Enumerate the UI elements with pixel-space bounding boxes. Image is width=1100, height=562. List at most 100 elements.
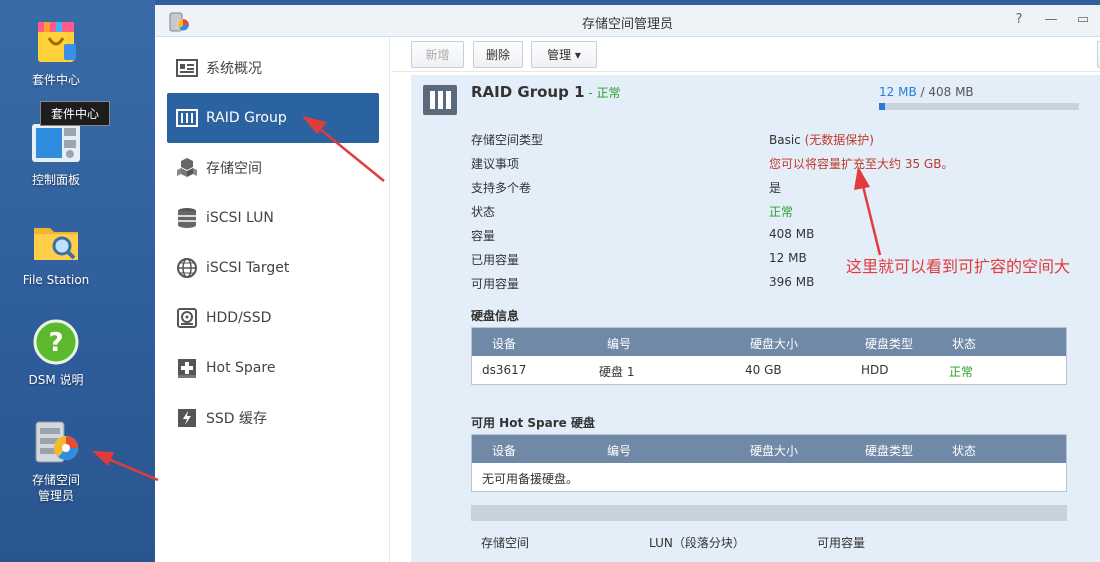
sidebar-item-label: HDD/SSD [206,310,272,326]
detail-key: 容量 [471,229,496,243]
sidebar-item-overview[interactable]: 系统概况 [167,43,379,93]
main-content: 新增 删除 管理 ▾ RAID Group 1 - 正常 12 MB / 408… [391,38,1100,562]
desktop-icon-label: DSM 说明 [28,373,84,387]
sidebar-item-hot-spare[interactable]: Hot Spare [167,343,379,393]
detail-key: 可用容量 [471,277,520,291]
sidebar-item-label: RAID Group [206,110,287,126]
desktop-icon-label: 控制面板 [31,173,80,187]
globe-icon [176,257,198,279]
lightning-icon [176,407,198,429]
desktop-icon-dsm-help[interactable]: ? DSM 说明 [0,318,112,388]
maximize-button[interactable]: ▭ [1075,12,1091,27]
raid-status-separator: - [584,86,597,100]
detail-value: 是 [769,181,782,195]
desktop-icon-package-center[interactable]: 套件中心 [0,18,112,88]
tab-available-capacity[interactable]: 可用容量 [817,534,865,551]
raid-group-name: RAID Group 1 [471,83,585,101]
sidebar: 系统概况 RAID Group 存储空间 iSCSI LUN iSCSI Tar… [155,38,390,562]
cell-status: 正常 [949,365,974,379]
storage-manager-icon [32,418,80,466]
detail-key: 存储空间类型 [471,133,544,147]
column-header[interactable]: 状态 [952,335,976,352]
cell-device: ds3617 [482,363,527,377]
column-header[interactable]: 硬盘大小 [750,442,798,459]
column-header[interactable]: 硬盘大小 [750,335,798,352]
disk-icon [176,307,198,329]
detail-value: 408 MB [769,227,815,241]
sidebar-item-label: 系统概况 [206,61,262,77]
usage-text: 12 MB / 408 MB [879,85,974,99]
hotspare-title: 可用 Hot Spare 硬盘 [471,416,595,430]
create-button[interactable]: 新增 [411,41,464,68]
sidebar-item-hdd-ssd[interactable]: HDD/SSD [167,293,379,343]
column-header[interactable]: 编号 [607,442,631,459]
desktop-icon-label: 套件中心 [31,73,80,87]
help-icon: ? [32,318,80,366]
column-header[interactable]: 设备 [492,442,516,459]
divider-bar [471,505,1067,521]
detail-value-extra: (无数据保护) [804,133,874,147]
used-capacity: 12 MB [879,85,917,99]
total-capacity: 408 MB [928,85,974,99]
plus-box-icon [176,357,198,379]
desktop-icon-label: File Station [22,273,90,287]
manage-dropdown[interactable]: 管理 ▾ [531,41,597,68]
desktop-icon-control-panel[interactable]: 控制面板 [0,118,112,188]
sidebar-item-ssd-cache[interactable]: SSD 缓存 [167,393,379,443]
desktop-icon-label: 存储空间 管理员 [31,473,80,503]
annotation-text: 这里就可以看到可扩容的空间大 [846,257,1071,276]
column-header[interactable]: 设备 [492,335,516,352]
folder-search-icon [32,218,80,266]
detail-value: 396 MB [769,275,815,289]
desktop-icon-storage-manager[interactable]: 存储空间 管理员 [0,418,112,504]
column-header[interactable]: 硬盘类型 [865,335,913,352]
usage-separator: / [916,85,929,99]
delete-button[interactable]: 删除 [473,41,523,68]
cell-number: 硬盘 1 [599,365,635,379]
tab-lun[interactable]: LUN（段落分块） [649,534,745,551]
sidebar-item-storage-space[interactable]: 存储空间 [167,143,379,193]
disk-info-title: 硬盘信息 [471,309,520,323]
sidebar-item-label: SSD 缓存 [206,411,268,427]
detail-value: Basic (无数据保护) [769,131,874,148]
cell-size: 40 GB [745,363,782,377]
window-titlebar[interactable]: 存储空间管理员 ? — ▭ [155,5,1100,37]
desktop-icon-file-station[interactable]: File Station [0,218,112,288]
storage-manager-window: 存储空间管理员 ? — ▭ 系统概况 RAID Group 存储空间 iSCSI… [155,5,1100,562]
disk-info-table: 设备 编号 硬盘大小 硬盘类型 状态 ds3617 硬盘 1 40 GB HDD… [471,327,1067,385]
raid-group-panel: RAID Group 1 - 正常 12 MB / 408 MB 存储空间类型 … [411,75,1100,562]
raid-icon [423,85,457,115]
usage-bar [879,103,1079,110]
raid-group-title: RAID Group 1 - 正常 [471,83,621,101]
column-header[interactable]: 状态 [952,442,976,459]
empty-message: 无可用备援硬盘。 [482,472,579,486]
overview-icon [176,57,198,79]
raid-icon [176,107,198,129]
sidebar-item-raid-group[interactable]: RAID Group [167,93,379,143]
table-header: 设备 编号 硬盘大小 硬盘类型 状态 [472,435,1066,463]
minimize-button[interactable]: — [1043,12,1059,27]
shopping-bag-icon [32,18,80,66]
svg-text:?: ? [48,328,63,358]
table-row[interactable]: ds3617 硬盘 1 40 GB HDD 正常 [472,356,1066,384]
usage-bar-fill [879,103,885,110]
help-button[interactable]: ? [1011,12,1027,27]
sidebar-item-iscsi-lun[interactable]: iSCSI LUN [167,193,379,243]
sidebar-item-label: iSCSI LUN [206,210,274,226]
toolbar: 新增 删除 管理 ▾ [391,38,1100,72]
cell-type: HDD [861,363,889,377]
sidebar-item-label: iSCSI Target [206,260,290,276]
sidebar-item-iscsi-target[interactable]: iSCSI Target [167,243,379,293]
column-header[interactable]: 硬盘类型 [865,442,913,459]
tooltip: 套件中心 [40,101,111,126]
detail-key: 状态 [471,205,496,219]
raid-status: 正常 [596,86,621,100]
table-header: 设备 编号 硬盘大小 硬盘类型 状态 [472,328,1066,356]
hotspare-table: 设备 编号 硬盘大小 硬盘类型 状态 无可用备援硬盘。 [471,434,1067,492]
detail-key: 支持多个卷 [471,181,532,195]
detail-value-main: Basic [769,133,801,147]
column-header[interactable]: 编号 [607,335,631,352]
window-title: 存储空间管理员 [581,17,673,32]
detail-key: 已用容量 [471,253,520,267]
tab-storage-space[interactable]: 存储空间 [481,534,529,551]
